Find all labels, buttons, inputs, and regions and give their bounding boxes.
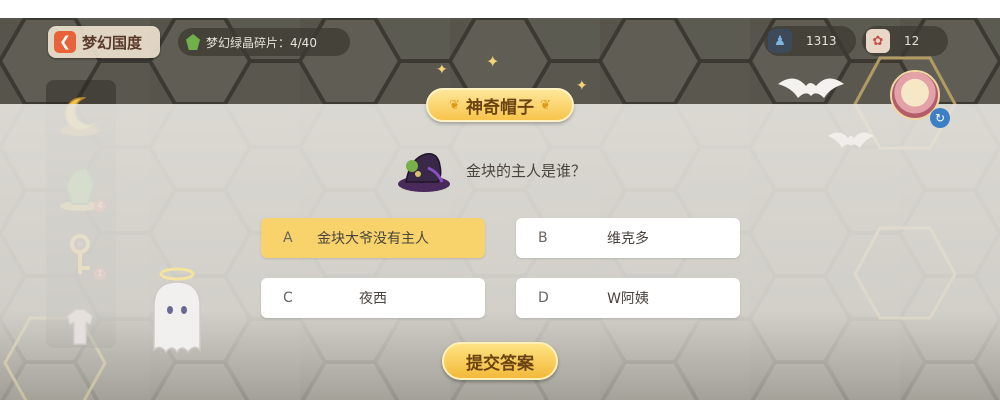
leaf-icon: ❦: [540, 97, 551, 113]
option-letter: B: [538, 230, 548, 246]
game-scene: ❮ 梦幻国度 梦幻绿晶碎片：4/40 ♟ 1313 ✿ 12 4 1: [0, 18, 1000, 400]
back-arrow-icon: ❮: [54, 31, 76, 53]
quiz-title: 神奇帽子: [466, 97, 534, 118]
bat-icon: [828, 132, 874, 148]
option-letter: A: [283, 230, 293, 246]
sparkle-icon: ✦: [436, 62, 448, 78]
shard-counter-label: 梦幻绿晶碎片：4/40: [206, 35, 317, 50]
shard-counter: 梦幻绿晶碎片：4/40: [178, 28, 350, 56]
option-text: W阿姨: [607, 291, 649, 307]
option-text: 金块大爷没有主人: [317, 231, 429, 247]
magic-hat-icon: [398, 153, 450, 192]
bat-icon: [778, 78, 844, 98]
back-button-label: 梦幻国度: [82, 33, 143, 52]
option-b[interactable]: B 维克多: [516, 218, 740, 258]
stat-pill-1: ♟ 1313: [764, 26, 856, 56]
stat-value-2: 12: [904, 34, 920, 48]
player-icon: ♟: [768, 29, 792, 53]
question-text: 金块的主人是谁？: [466, 161, 587, 180]
leaf-icon: ❦: [449, 97, 460, 113]
option-c[interactable]: C 夜西: [261, 278, 485, 318]
quiz-title-banner: ❦ 神奇帽子 ❦: [426, 88, 574, 122]
option-a[interactable]: A 金块大爷没有主人: [261, 218, 485, 258]
stat-pill-2: ✿ 12: [862, 26, 948, 56]
ghost-character: [153, 267, 201, 354]
option-letter: D: [538, 290, 549, 306]
stat-value-1: 1313: [806, 34, 837, 48]
green-crystal-icon: [186, 34, 200, 50]
back-button[interactable]: ❮ 梦幻国度: [48, 26, 160, 58]
option-d[interactable]: D W阿姨: [516, 278, 740, 318]
option-text: 维克多: [607, 231, 649, 247]
sparkle-icon: ✦: [576, 78, 588, 94]
option-text: 夜西: [359, 291, 387, 307]
refresh-icon[interactable]: ↻: [930, 108, 950, 128]
submit-answer-button[interactable]: 提交答案: [442, 342, 558, 380]
footprint-icon: ✿: [866, 29, 890, 53]
option-letter: C: [283, 290, 293, 306]
sparkle-icon: ✦: [486, 52, 500, 71]
question-row: 金块的主人是谁？: [394, 146, 586, 194]
